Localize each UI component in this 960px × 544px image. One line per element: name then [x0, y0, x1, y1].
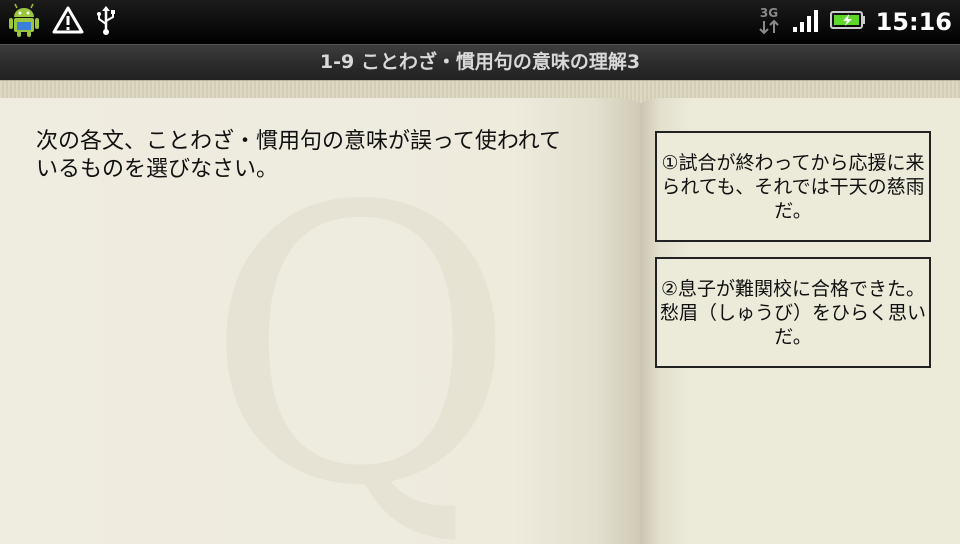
battery-charging-icon [829, 9, 866, 35]
question-text: 次の各文、ことわざ・慣用句の意味が誤って使われているものを選びなさい。 [36, 129, 562, 182]
warning-icon [52, 5, 84, 39]
notification-icons [6, 2, 118, 42]
answer-option-1[interactable]: ①試合が終わってから応援に来られても、それでは干天の慈雨だ。 [655, 131, 931, 242]
signal-icon [792, 7, 820, 37]
page-title: 1-9 ことわざ・慣用句の意味の理解3 [0, 44, 960, 80]
system-icons: 3G 15:16 [756, 4, 952, 40]
screen: 3G 15:16 1-9 ことわざ・慣用句の意味の理解3 Q 次の各文、ことわざ… [0, 0, 960, 544]
android-icon [6, 2, 42, 42]
status-bar: 3G 15:16 [0, 0, 960, 44]
3g-data-icon: 3G [756, 3, 782, 41]
usb-icon [94, 4, 118, 40]
answer-option-2[interactable]: ②息子が難関校に合格できた。愁眉（しゅうび）をひらく思いだ。 [655, 257, 931, 368]
network-type-label: 3G [759, 6, 777, 20]
clock: 15:16 [875, 8, 952, 36]
q-watermark: Q [205, 126, 517, 544]
